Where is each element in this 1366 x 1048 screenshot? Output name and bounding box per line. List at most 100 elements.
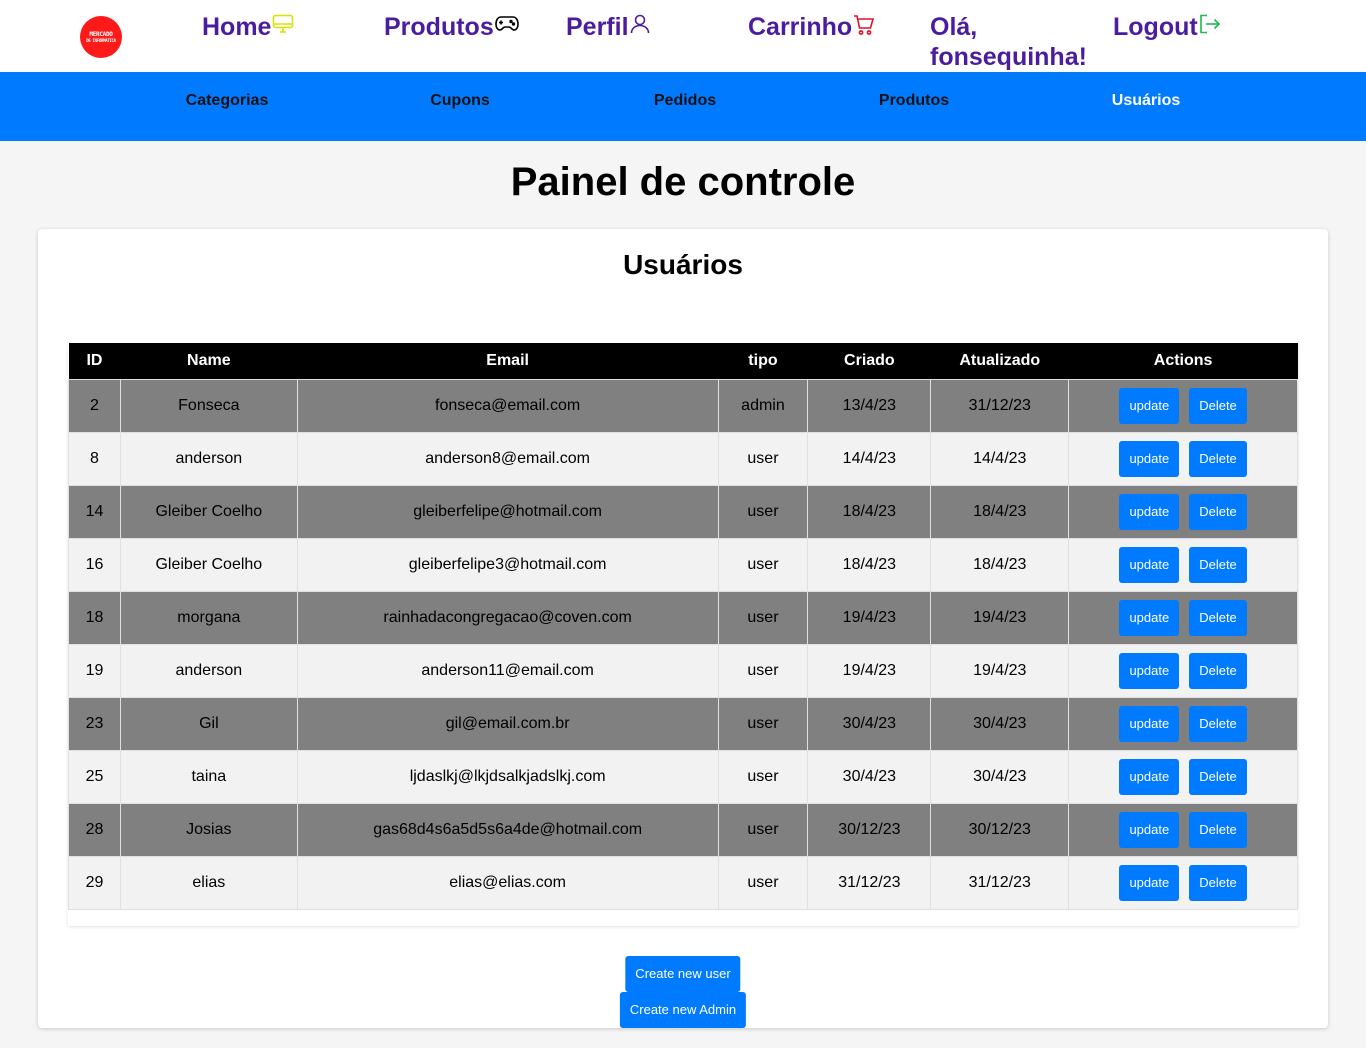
delete-button[interactable]: Delete xyxy=(1189,864,1247,901)
cell-name: anderson xyxy=(119,643,298,698)
users-table-body: 2 Fonseca fonseca@email.com admin 13/4/23 31/… xyxy=(68,378,1298,910)
users-table: ID Name Email tipo Criado Atualizado Act… xyxy=(68,343,1298,910)
cell-criado: 31/12/23 xyxy=(807,855,932,910)
greeting-line1: Olá, xyxy=(930,13,978,41)
monitor-icon xyxy=(273,14,294,33)
delete-button[interactable]: Delete xyxy=(1189,811,1247,848)
cell-name: Fonseca xyxy=(119,378,298,433)
update-button[interactable]: update xyxy=(1119,652,1180,689)
user-icon xyxy=(630,14,649,34)
nav-perfil-link[interactable]: Perfil xyxy=(566,12,650,42)
cell-email: ljdaslkj@lkjdsalkjadslkj.com xyxy=(296,749,719,804)
create-new-admin-button[interactable]: Create new Admin xyxy=(619,992,747,1028)
update-button[interactable]: update xyxy=(1119,599,1180,636)
table-row: 2 Fonseca fonseca@email.com admin 13/4/23 31/… xyxy=(68,378,1298,433)
cell-actions: update Delete xyxy=(1068,537,1298,592)
update-button[interactable]: update xyxy=(1119,440,1180,477)
create-new-user-button[interactable]: Create new user xyxy=(625,956,741,992)
delete-button[interactable]: Delete xyxy=(1189,758,1247,795)
cell-name: Gleiber Coelho xyxy=(119,484,298,539)
update-button[interactable]: update xyxy=(1119,864,1180,901)
cell-tipo: user xyxy=(717,749,809,804)
cell-name: Josias xyxy=(119,802,298,857)
cell-criado: 30/4/23 xyxy=(807,749,932,804)
subnav-categorias-link[interactable]: Categorias xyxy=(186,92,269,110)
cell-name: anderson xyxy=(119,431,298,486)
cell-criado: 30/12/23 xyxy=(807,802,932,857)
header-email: Email xyxy=(297,343,718,379)
cell-criado: 18/4/23 xyxy=(807,484,932,539)
delete-button[interactable]: Delete xyxy=(1189,440,1247,477)
update-button[interactable]: update xyxy=(1119,493,1180,530)
cell-criado: 19/4/23 xyxy=(807,590,932,645)
delete-button[interactable]: Delete xyxy=(1189,705,1247,742)
card-title: Usuários xyxy=(623,249,743,280)
cell-actions: update Delete xyxy=(1068,590,1298,645)
header-tipo: tipo xyxy=(718,343,808,379)
table-row: 25 taina ljdaslkj@lkjdsalkjadslkj.com user 3… xyxy=(68,749,1298,804)
update-button[interactable]: update xyxy=(1119,546,1180,583)
delete-button[interactable]: Delete xyxy=(1189,387,1247,424)
update-button[interactable]: update xyxy=(1119,387,1180,424)
cell-email: rainhadacongregacao@coven.com xyxy=(296,590,719,645)
site-logo[interactable]: MERCADO DE INFORMATICA xyxy=(80,16,122,58)
cell-email: elias@elias.com xyxy=(296,855,719,910)
cell-criado: 13/4/23 xyxy=(807,378,932,433)
cell-name: Gil xyxy=(119,696,298,751)
cell-email: gleiberfelipe3@hotmail.com xyxy=(296,537,719,592)
cell-id: 16 xyxy=(68,537,121,592)
cell-name: Gleiber Coelho xyxy=(119,537,298,592)
cell-tipo: user xyxy=(717,643,809,698)
cell-id: 19 xyxy=(68,643,121,698)
cell-atualizado: 18/4/23 xyxy=(930,484,1070,539)
cell-atualizado: 30/12/23 xyxy=(930,802,1070,857)
cell-atualizado: 30/4/23 xyxy=(930,696,1070,751)
greeting-line2: fonsequinha! xyxy=(930,43,1087,71)
subnav-pedidos-link[interactable]: Pedidos xyxy=(654,92,716,110)
update-button[interactable]: update xyxy=(1119,705,1180,742)
subnav-cupons-link[interactable]: Cupons xyxy=(430,92,490,110)
cell-actions: update Delete xyxy=(1068,643,1298,698)
user-greeting: Olá, fonsequinha! xyxy=(930,12,1087,72)
update-button[interactable]: update xyxy=(1119,758,1180,795)
nav-produtos-label: Produtos xyxy=(384,13,494,41)
delete-button[interactable]: Delete xyxy=(1189,493,1247,530)
cell-actions: update Delete xyxy=(1068,378,1298,433)
cell-tipo: user xyxy=(717,802,809,857)
cell-email: fonseca@email.com xyxy=(296,378,719,433)
cell-id: 14 xyxy=(68,484,121,539)
subnav-usuarios-link[interactable]: Usuários xyxy=(1112,92,1180,110)
cell-criado: 18/4/23 xyxy=(807,537,932,592)
delete-button[interactable]: Delete xyxy=(1189,652,1247,689)
cell-atualizado: 18/4/23 xyxy=(930,537,1070,592)
nav-produtos-link[interactable]: Produtos xyxy=(384,12,519,42)
cell-id: 23 xyxy=(68,696,121,751)
cell-tipo: user xyxy=(717,484,809,539)
cell-tipo: user xyxy=(717,431,809,486)
nav-home-label: Home xyxy=(202,13,272,41)
delete-button[interactable]: Delete xyxy=(1189,599,1247,636)
cell-tipo: admin xyxy=(717,378,809,433)
table-row: 16 Gleiber Coelho gleiberfelipe3@hotmail.c… xyxy=(68,537,1298,592)
cell-email: anderson8@email.com xyxy=(296,431,719,486)
cell-actions: update Delete xyxy=(1068,696,1298,751)
cell-actions: update Delete xyxy=(1068,855,1298,910)
cell-id: 28 xyxy=(68,802,121,857)
delete-button[interactable]: Delete xyxy=(1189,546,1247,583)
cell-id: 25 xyxy=(68,749,121,804)
table-row: 8 anderson anderson8@email.com user 14/4/23 1… xyxy=(68,431,1298,486)
nav-logout-label: Logout xyxy=(1113,13,1198,41)
header-id: ID xyxy=(68,343,121,379)
users-card: Usuários ID Name Email tipo Criado Atual… xyxy=(38,229,1328,1028)
table-row: 28 Josias gas68d4s6a5d5s6a4de@hotmail.com u… xyxy=(68,802,1298,857)
nav-home-link[interactable]: Home xyxy=(202,12,294,42)
subnav-produtos-link[interactable]: Produtos xyxy=(879,92,949,110)
nav-logout-link[interactable]: Logout xyxy=(1113,12,1221,42)
users-table-container: ID Name Email tipo Criado Atualizado Act… xyxy=(68,343,1298,926)
cell-atualizado: 31/12/23 xyxy=(930,855,1070,910)
cell-email: gas68d4s6a5d5s6a4de@hotmail.com xyxy=(296,802,719,857)
nav-carrinho-link[interactable]: Carrinho xyxy=(748,12,875,42)
cell-name: morgana xyxy=(119,590,298,645)
logo-line2: DE INFORMATICA xyxy=(86,37,116,43)
update-button[interactable]: update xyxy=(1119,811,1180,848)
